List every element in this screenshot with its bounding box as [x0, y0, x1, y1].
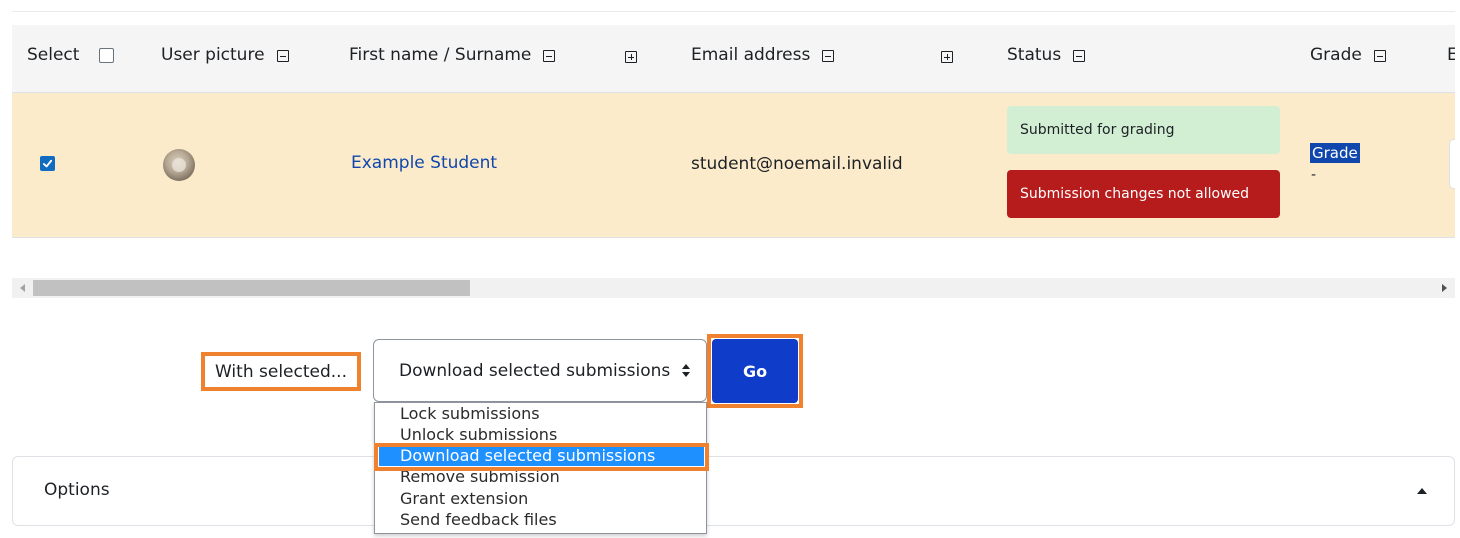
status-badge-locked: Submission changes not allowed — [1007, 170, 1280, 218]
option-grant-extension[interactable]: Grant extension — [375, 488, 706, 509]
header-user-picture-label: User picture — [161, 45, 265, 65]
selected-option-highlight — [374, 443, 709, 471]
student-name-link[interactable]: Example Student — [351, 153, 497, 173]
plus-square-icon[interactable] — [625, 51, 637, 63]
options-title: Options — [44, 480, 110, 500]
status-submitted-text: Submitted for grading — [1020, 122, 1175, 138]
scrollbar-thumb[interactable] — [33, 280, 470, 296]
caret-up-icon[interactable] — [1417, 488, 1427, 494]
minus-square-icon[interactable] — [1373, 50, 1386, 62]
status-badge-submitted: Submitted for grading — [1007, 106, 1280, 154]
avatar[interactable] — [163, 149, 195, 181]
header-status-label: Status — [1007, 45, 1062, 65]
minus-square-icon[interactable] — [276, 50, 289, 62]
header-name: First name / Surname — [349, 45, 556, 65]
submissions-table: Select User picture First name / Surname… — [12, 25, 1455, 238]
select-all-checkbox[interactable] — [99, 47, 115, 63]
bulk-action-selected-value: Download selected submissions — [399, 360, 671, 381]
scroll-left-icon[interactable] — [20, 284, 25, 292]
header-select-label: Select — [27, 45, 80, 65]
divider — [12, 11, 1455, 12]
status-locked-text: Submission changes not allowed — [1020, 186, 1250, 202]
minus-square-icon[interactable] — [1073, 50, 1086, 62]
student-email: student@noemail.invalid — [691, 154, 903, 174]
header-name-label: First name / Surname — [349, 45, 532, 65]
go-button[interactable]: Go — [712, 339, 798, 403]
header-grade-label: Grade — [1310, 45, 1362, 65]
grade-label: Grade — [1310, 143, 1360, 163]
checkmark-icon — [42, 159, 53, 168]
minus-square-icon[interactable] — [543, 50, 556, 62]
header-select: Select — [27, 45, 115, 65]
horizontal-scrollbar[interactable] — [12, 278, 1455, 298]
header-email-label: Email address — [691, 45, 811, 65]
scroll-right-icon[interactable] — [1442, 284, 1447, 292]
header-next-column-label: E — [1447, 45, 1455, 65]
grade-action-button[interactable] — [1449, 139, 1455, 189]
row-select-checkbox[interactable] — [40, 156, 55, 171]
table-header: Select User picture First name / Surname… — [12, 25, 1455, 93]
grade-value: - — [1311, 167, 1317, 183]
header-email: Email address — [691, 45, 835, 65]
bulk-action-select[interactable]: Download selected submissions — [373, 339, 707, 402]
sort-caret-icon — [682, 364, 690, 378]
header-user-picture: User picture — [161, 45, 289, 65]
option-send-feedback-files[interactable]: Send feedback files — [375, 509, 706, 530]
header-status: Status — [1007, 45, 1086, 65]
option-lock-submissions[interactable]: Lock submissions — [375, 403, 706, 424]
header-next-column: E — [1447, 45, 1455, 65]
header-grade: Grade — [1310, 45, 1386, 65]
table-row: Example Student student@noemail.invalid … — [12, 93, 1455, 238]
with-selected-text: With selected... — [215, 361, 347, 382]
grading-page: Select User picture First name / Surname… — [0, 0, 1460, 538]
with-selected-label: With selected... — [201, 352, 361, 391]
plus-square-icon[interactable] — [941, 51, 953, 63]
options-section[interactable]: Options — [12, 456, 1455, 526]
minus-square-icon[interactable] — [822, 50, 835, 62]
option-unlock-submissions[interactable]: Unlock submissions — [375, 424, 706, 445]
